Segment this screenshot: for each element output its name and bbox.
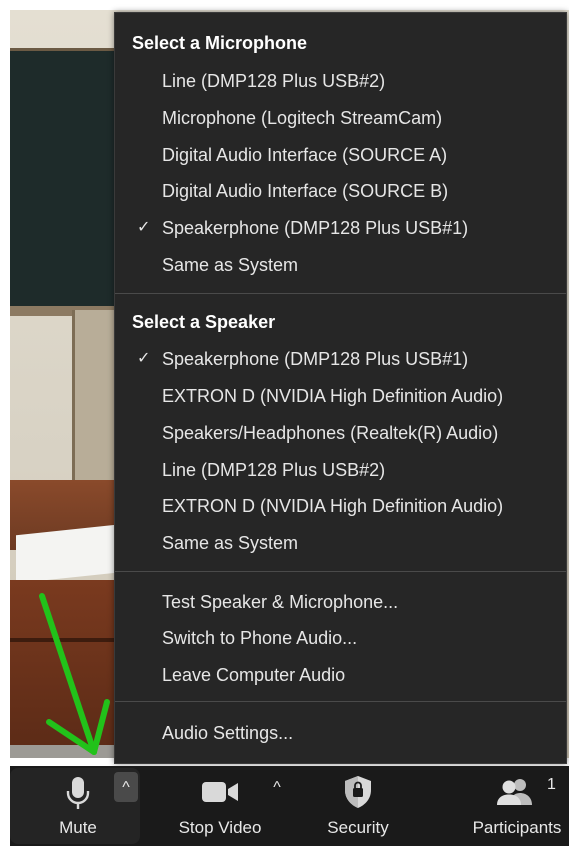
speaker-item-speakerphone-dmp128-usb1[interactable]: ✓ Speakerphone (DMP128 Plus USB#1) [115,342,566,376]
chalkboard [10,48,125,312]
doorway [72,310,119,500]
microphone-section-title: Select a Microphone [132,33,308,53]
action-label: Test Speaker & Microphone... [162,592,399,612]
audio-options-menu: Select a Microphone ✓ Line (DMP128 Plus … [114,12,567,764]
audio-settings-label: Audio Settings... [162,723,294,743]
mic-item-logitech-streamcam[interactable]: ✓ Microphone (Logitech StreamCam) [115,101,566,135]
speaker-section-title: Select a Speaker [132,312,276,332]
video-camera-icon [201,780,239,809]
stop-video-button[interactable]: Stop Video [160,766,280,846]
video-options-caret-button[interactable]: ^ [265,772,289,802]
menu-divider [115,701,566,702]
participants-count: 1 [547,776,556,793]
check-icon: ✓ [137,219,151,236]
mic-item-label: Same as System [162,255,299,275]
mic-item-label: Digital Audio Interface (SOURCE A) [162,145,448,165]
participants-label: Participants [472,818,562,837]
test-speaker-microphone-item[interactable]: Test Speaker & Microphone... [115,585,566,619]
floor [10,745,122,758]
security-label: Security [327,818,389,837]
mic-item-line-dmp128-usb2[interactable]: ✓ Line (DMP128 Plus USB#2) [115,64,566,98]
leave-computer-audio-item[interactable]: Leave Computer Audio [115,658,566,692]
speaker-item-label: EXTRON D (NVIDIA High Definition Audio) [162,496,504,516]
mic-item-digital-audio-source-a[interactable]: ✓ Digital Audio Interface (SOURCE A) [115,138,566,172]
speaker-item-realtek-audio[interactable]: ✓ Speakers/Headphones (Realtek(R) Audio) [115,416,566,450]
menu-divider [115,571,566,572]
mic-item-label: Line (DMP128 Plus USB#2) [162,71,386,91]
speaker-item-same-as-system[interactable]: ✓ Same as System [115,526,566,560]
mic-item-label: Speakerphone (DMP128 Plus USB#1) [162,218,469,238]
audio-settings-item[interactable]: Audio Settings... [115,716,566,750]
audio-options-caret-button[interactable]: ^ [114,772,138,802]
speaker-item-extron-d-nvidia-1[interactable]: ✓ EXTRON D (NVIDIA High Definition Audio… [115,379,566,413]
microphone-icon [65,776,91,815]
menu-divider [115,293,566,294]
stop-video-label: Stop Video [178,818,262,837]
participants-button[interactable]: 1 Participants [465,766,569,846]
podium-rail [10,638,122,642]
chevron-up-icon: ^ [122,779,130,796]
speaker-item-label: Speakers/Headphones (Realtek(R) Audio) [162,423,499,443]
mic-item-label: Digital Audio Interface (SOURCE B) [162,181,449,201]
shield-icon [343,775,373,814]
mic-item-speakerphone-dmp128-usb1[interactable]: ✓ Speakerphone (DMP128 Plus USB#1) [115,211,566,245]
podium [10,580,122,758]
participants-icon [496,778,534,811]
action-label: Leave Computer Audio [162,665,346,685]
speaker-item-line-dmp128-usb2[interactable]: ✓ Line (DMP128 Plus USB#2) [115,453,566,487]
check-icon: ✓ [137,350,151,367]
chevron-up-icon: ^ [273,779,281,796]
speaker-item-label: EXTRON D (NVIDIA High Definition Audio) [162,386,504,406]
speaker-item-label: Same as System [162,533,299,553]
speaker-item-label: Line (DMP128 Plus USB#2) [162,460,386,480]
action-label: Switch to Phone Audio... [162,628,358,648]
meeting-toolbar: Mute ^ Stop Video ^ Security 1 Participa… [10,766,569,846]
speaker-item-extron-d-nvidia-2[interactable]: ✓ EXTRON D (NVIDIA High Definition Audio… [115,489,566,523]
security-button[interactable]: Security [308,766,408,846]
switch-to-phone-audio-item[interactable]: Switch to Phone Audio... [115,621,566,655]
mic-item-digital-audio-source-b[interactable]: ✓ Digital Audio Interface (SOURCE B) [115,174,566,208]
speaker-item-label: Speakerphone (DMP128 Plus USB#1) [162,349,469,369]
mic-item-same-as-system[interactable]: ✓ Same as System [115,248,566,282]
mic-item-label: Microphone (Logitech StreamCam) [162,108,443,128]
mute-label: Mute [59,818,97,837]
